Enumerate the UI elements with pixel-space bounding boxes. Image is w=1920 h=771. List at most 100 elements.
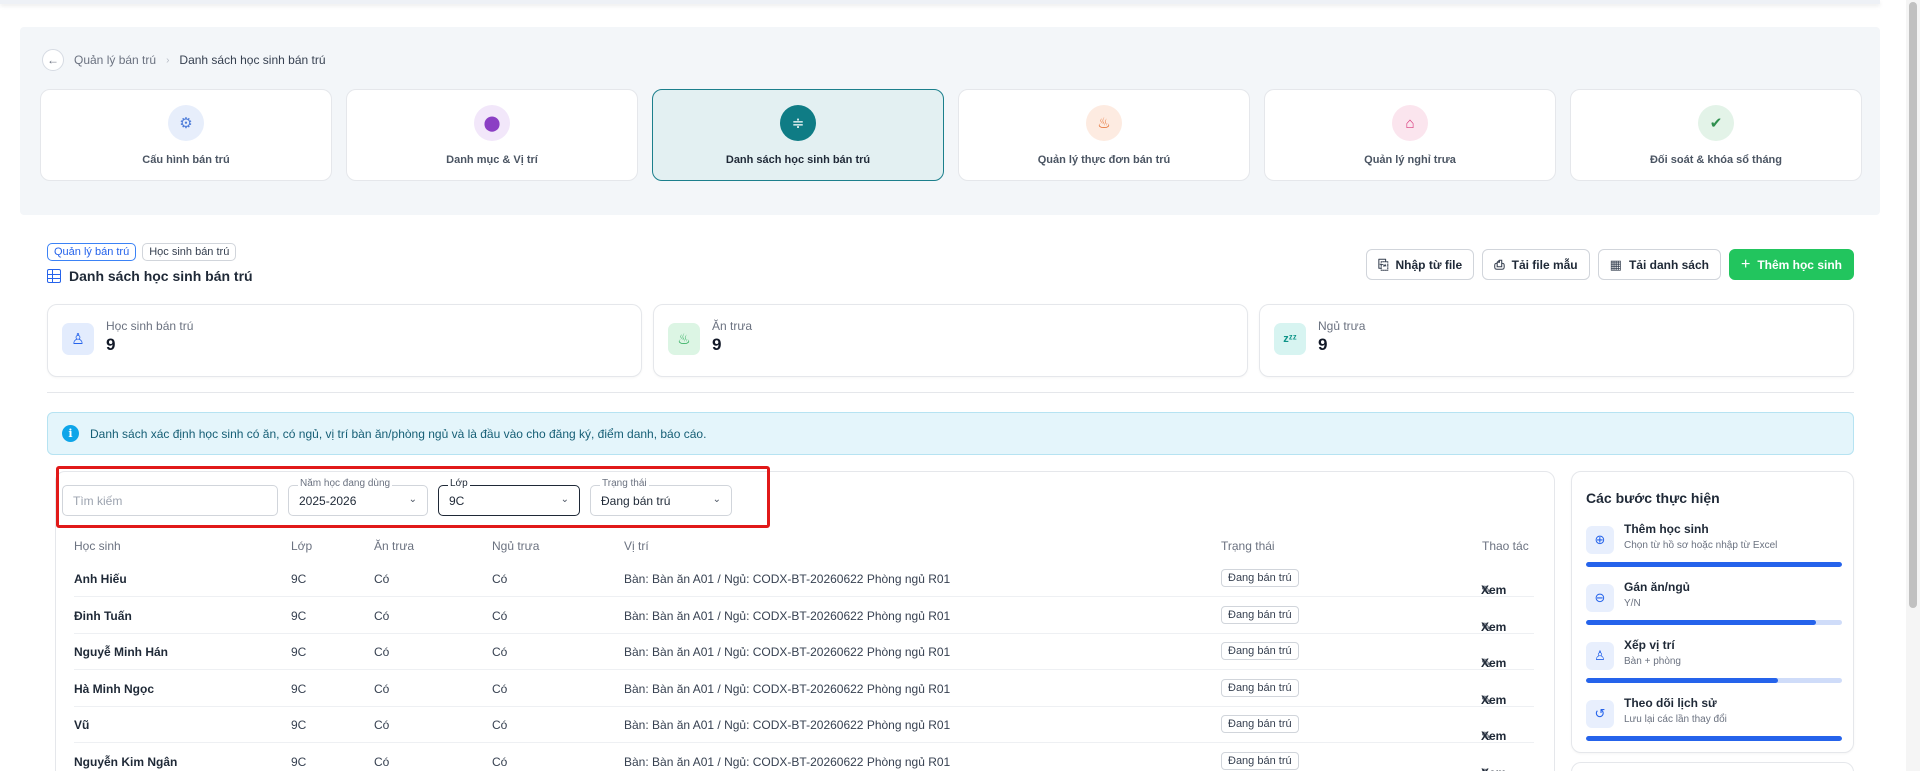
download-template-button[interactable]: ⎙ Tải file mẫu xyxy=(1482,249,1590,280)
class-select[interactable]: Lớp 9C ⌄ xyxy=(438,478,580,516)
nap-value: Có xyxy=(492,608,508,623)
module-card-label: Danh sách học sinh bán trú xyxy=(725,154,871,166)
breadcrumb: ← Quản lý bán trú › Danh sách học sinh b… xyxy=(42,49,326,71)
location-value: Bàn: Bàn ăn A01 / Ngủ: CODX-BT-20260622 … xyxy=(624,755,951,769)
module-card-5[interactable]: ⌂ Quản lý nghỉ trưa xyxy=(1264,89,1556,181)
table-row: Hà Minh Ngọc 9C Có Có Bàn: Bàn ăn A01 / Ngủ:… xyxy=(74,671,1534,708)
module-card-3[interactable]: ≑ Danh sách học sinh bán trú xyxy=(652,89,944,181)
table-header: Học sinh Lớp Ăn trưa Ngủ trưa Vị trí Trạng th… xyxy=(74,539,1534,555)
step-desc: Lưu lại các lần thay đổi xyxy=(1624,714,1727,725)
sleep-icon: zᶻᶻ xyxy=(1274,323,1306,355)
student-name: Vũ xyxy=(74,718,90,733)
stat-card: zᶻᶻ Ngủ trưa 9 xyxy=(1259,304,1854,377)
step-item: ↺ Theo dõi lịch sử Lưu lại các lần thay đổ… xyxy=(1586,694,1842,752)
location-value: Bàn: Bàn ăn A01 / Ngủ: CODX-BT-20260622 … xyxy=(624,572,951,586)
divider xyxy=(47,392,1854,393)
table-download-icon: ▦ xyxy=(1609,256,1622,272)
step-progress xyxy=(1586,678,1842,683)
check-badge-icon: ✔ xyxy=(1698,105,1734,141)
info-text: Danh sách xác định học sinh có ăn, có ng… xyxy=(90,426,707,441)
stat-text: Ngủ trưa 9 xyxy=(1318,319,1365,355)
column-header: Ăn trưa xyxy=(374,539,415,553)
gear-icon: ⚙ xyxy=(168,105,204,141)
step-progress xyxy=(1586,620,1842,625)
stat-value: 9 xyxy=(106,335,116,354)
step-desc: Bàn + phòng xyxy=(1624,656,1681,667)
column-header: Thao tác xyxy=(1482,539,1529,553)
module-card-label: Đối soát & khóa sổ tháng xyxy=(1649,154,1782,166)
student-class: 9C xyxy=(291,681,307,696)
lunch-value: Có xyxy=(374,718,390,733)
table-row: Nguyễ Minh Hán 9C Có Có Bàn: Bàn ăn A01 / Ng… xyxy=(74,634,1534,671)
breadcrumb-current: Danh sách học sinh bán trú xyxy=(179,53,326,67)
page-title: Danh sách học sinh bán trú xyxy=(47,268,253,284)
table-row: Anh Hiếu 9C Có Có Bàn: Bàn ăn A01 / Ngủ: COD… xyxy=(74,561,1534,598)
step-item: ⊖ Gán ăn/ngủ Y/N xyxy=(1586,578,1842,636)
lunch-value: Có xyxy=(374,681,390,696)
step-progress-fill xyxy=(1586,620,1817,625)
tag-section[interactable]: Học sinh bán trú xyxy=(142,243,237,261)
step-title: Thêm học sinh xyxy=(1624,522,1709,536)
student-name: Anh Hiếu xyxy=(74,572,127,586)
stats-row: ♙ Học sinh bán trú 9 ♨ Ăn trưa 9 zᶻᶻ Ngủ trưa 9 xyxy=(47,304,1854,377)
class-label: Lớp xyxy=(448,478,470,489)
steps-title: Các bước thực hiện xyxy=(1586,490,1720,506)
module-card-4[interactable]: ♨ Quản lý thực đơn bán trú xyxy=(958,89,1250,181)
stat-value: 9 xyxy=(1318,335,1328,354)
student-class: 9C xyxy=(291,645,307,660)
back-arrow-icon[interactable]: ← xyxy=(42,49,64,71)
download-list-button[interactable]: ▦ Tải danh sách xyxy=(1597,249,1721,280)
info-icon: i xyxy=(62,425,79,442)
student-class: 9C xyxy=(291,718,307,733)
class-value: 9C xyxy=(449,493,465,508)
add-student-label: Thêm học sinh xyxy=(1757,257,1842,272)
module-card-2[interactable]: ⬤ Danh mục & Vị trí xyxy=(346,89,638,181)
view-label: Xem xyxy=(1481,656,1507,671)
module-nav: ⚙ Cấu hình bán trú ⬤ Danh mục & Vị trí ≑ Danh… xyxy=(40,89,1862,181)
search-input[interactable] xyxy=(62,485,278,516)
plus-icon: + xyxy=(1740,255,1751,273)
status-select[interactable]: Trạng thái Đang bán trú ⌄ xyxy=(590,478,732,516)
tag-module[interactable]: Quản lý bán trú xyxy=(47,243,137,261)
school-year-select[interactable]: Năm học đang dùng 2025-2026 ⌄ xyxy=(288,478,428,516)
chevron-down-icon: ⌄ xyxy=(408,494,417,505)
nap-value: Có xyxy=(492,718,508,733)
nap-value: Có xyxy=(492,572,508,586)
nap-value: Có xyxy=(492,755,508,769)
module-card-6[interactable]: ✔ Đối soát & khóa sổ tháng xyxy=(1570,89,1862,181)
module-header: ← Quản lý bán trú › Danh sách học sinh b… xyxy=(20,27,1880,215)
chevron-down-icon: ⌄ xyxy=(560,494,569,505)
table-row: Vũ 9C Có Có Bàn: Bàn ăn A01 / Ngủ: CODX-BT-2… xyxy=(74,707,1534,744)
student-name: Nguyễn Kim Ngân xyxy=(74,755,178,769)
nap-value: Có xyxy=(492,681,508,696)
breadcrumb-parent[interactable]: Quản lý bán trú xyxy=(74,53,156,67)
step-progress-fill xyxy=(1586,562,1842,567)
status-badge: Đang bán trú xyxy=(1221,569,1299,587)
module-card-label: Quản lý thực đơn bán trú xyxy=(1037,154,1171,166)
add-student-button[interactable]: + Thêm học sinh xyxy=(1728,249,1854,280)
student-icon: ♙ xyxy=(62,323,94,355)
bed-icon: ⌂ xyxy=(1392,105,1428,141)
module-card-label: Cấu hình bán trú xyxy=(142,154,230,166)
page-scrollbar[interactable] xyxy=(1906,0,1920,771)
chevron-down-icon: ⌄ xyxy=(712,494,721,505)
map-pin-icon: ⬤ xyxy=(474,105,510,141)
chevron-right-icon: › xyxy=(166,54,170,66)
top-bar xyxy=(0,0,1880,4)
import-file-button[interactable]: ⎘ Nhập từ file xyxy=(1366,249,1475,280)
column-header: Lớp xyxy=(291,539,313,553)
scrollbar-thumb[interactable] xyxy=(1909,2,1917,608)
module-card-1[interactable]: ⚙ Cấu hình bán trú xyxy=(40,89,332,181)
step-item: ♙ Xếp vị trí Bàn + phòng xyxy=(1586,636,1842,694)
column-header: Trạng thái xyxy=(1221,539,1275,553)
status-badge: Đang bán trú xyxy=(1221,678,1299,697)
lunch-icon: ♨ xyxy=(668,323,700,355)
column-header: Ngủ trưa xyxy=(492,539,540,553)
step-progress xyxy=(1586,562,1842,567)
location-value: Bàn: Bàn ăn A01 / Ngủ: CODX-BT-20260622 … xyxy=(624,645,951,660)
file-download-icon: ⎙ xyxy=(1494,256,1505,272)
stat-label: Học sinh bán trú xyxy=(106,319,194,333)
status-badge: Đang bán trú xyxy=(1221,605,1299,624)
stat-text: Ăn trưa 9 xyxy=(712,319,752,355)
students-icon: ≑ xyxy=(780,105,816,141)
